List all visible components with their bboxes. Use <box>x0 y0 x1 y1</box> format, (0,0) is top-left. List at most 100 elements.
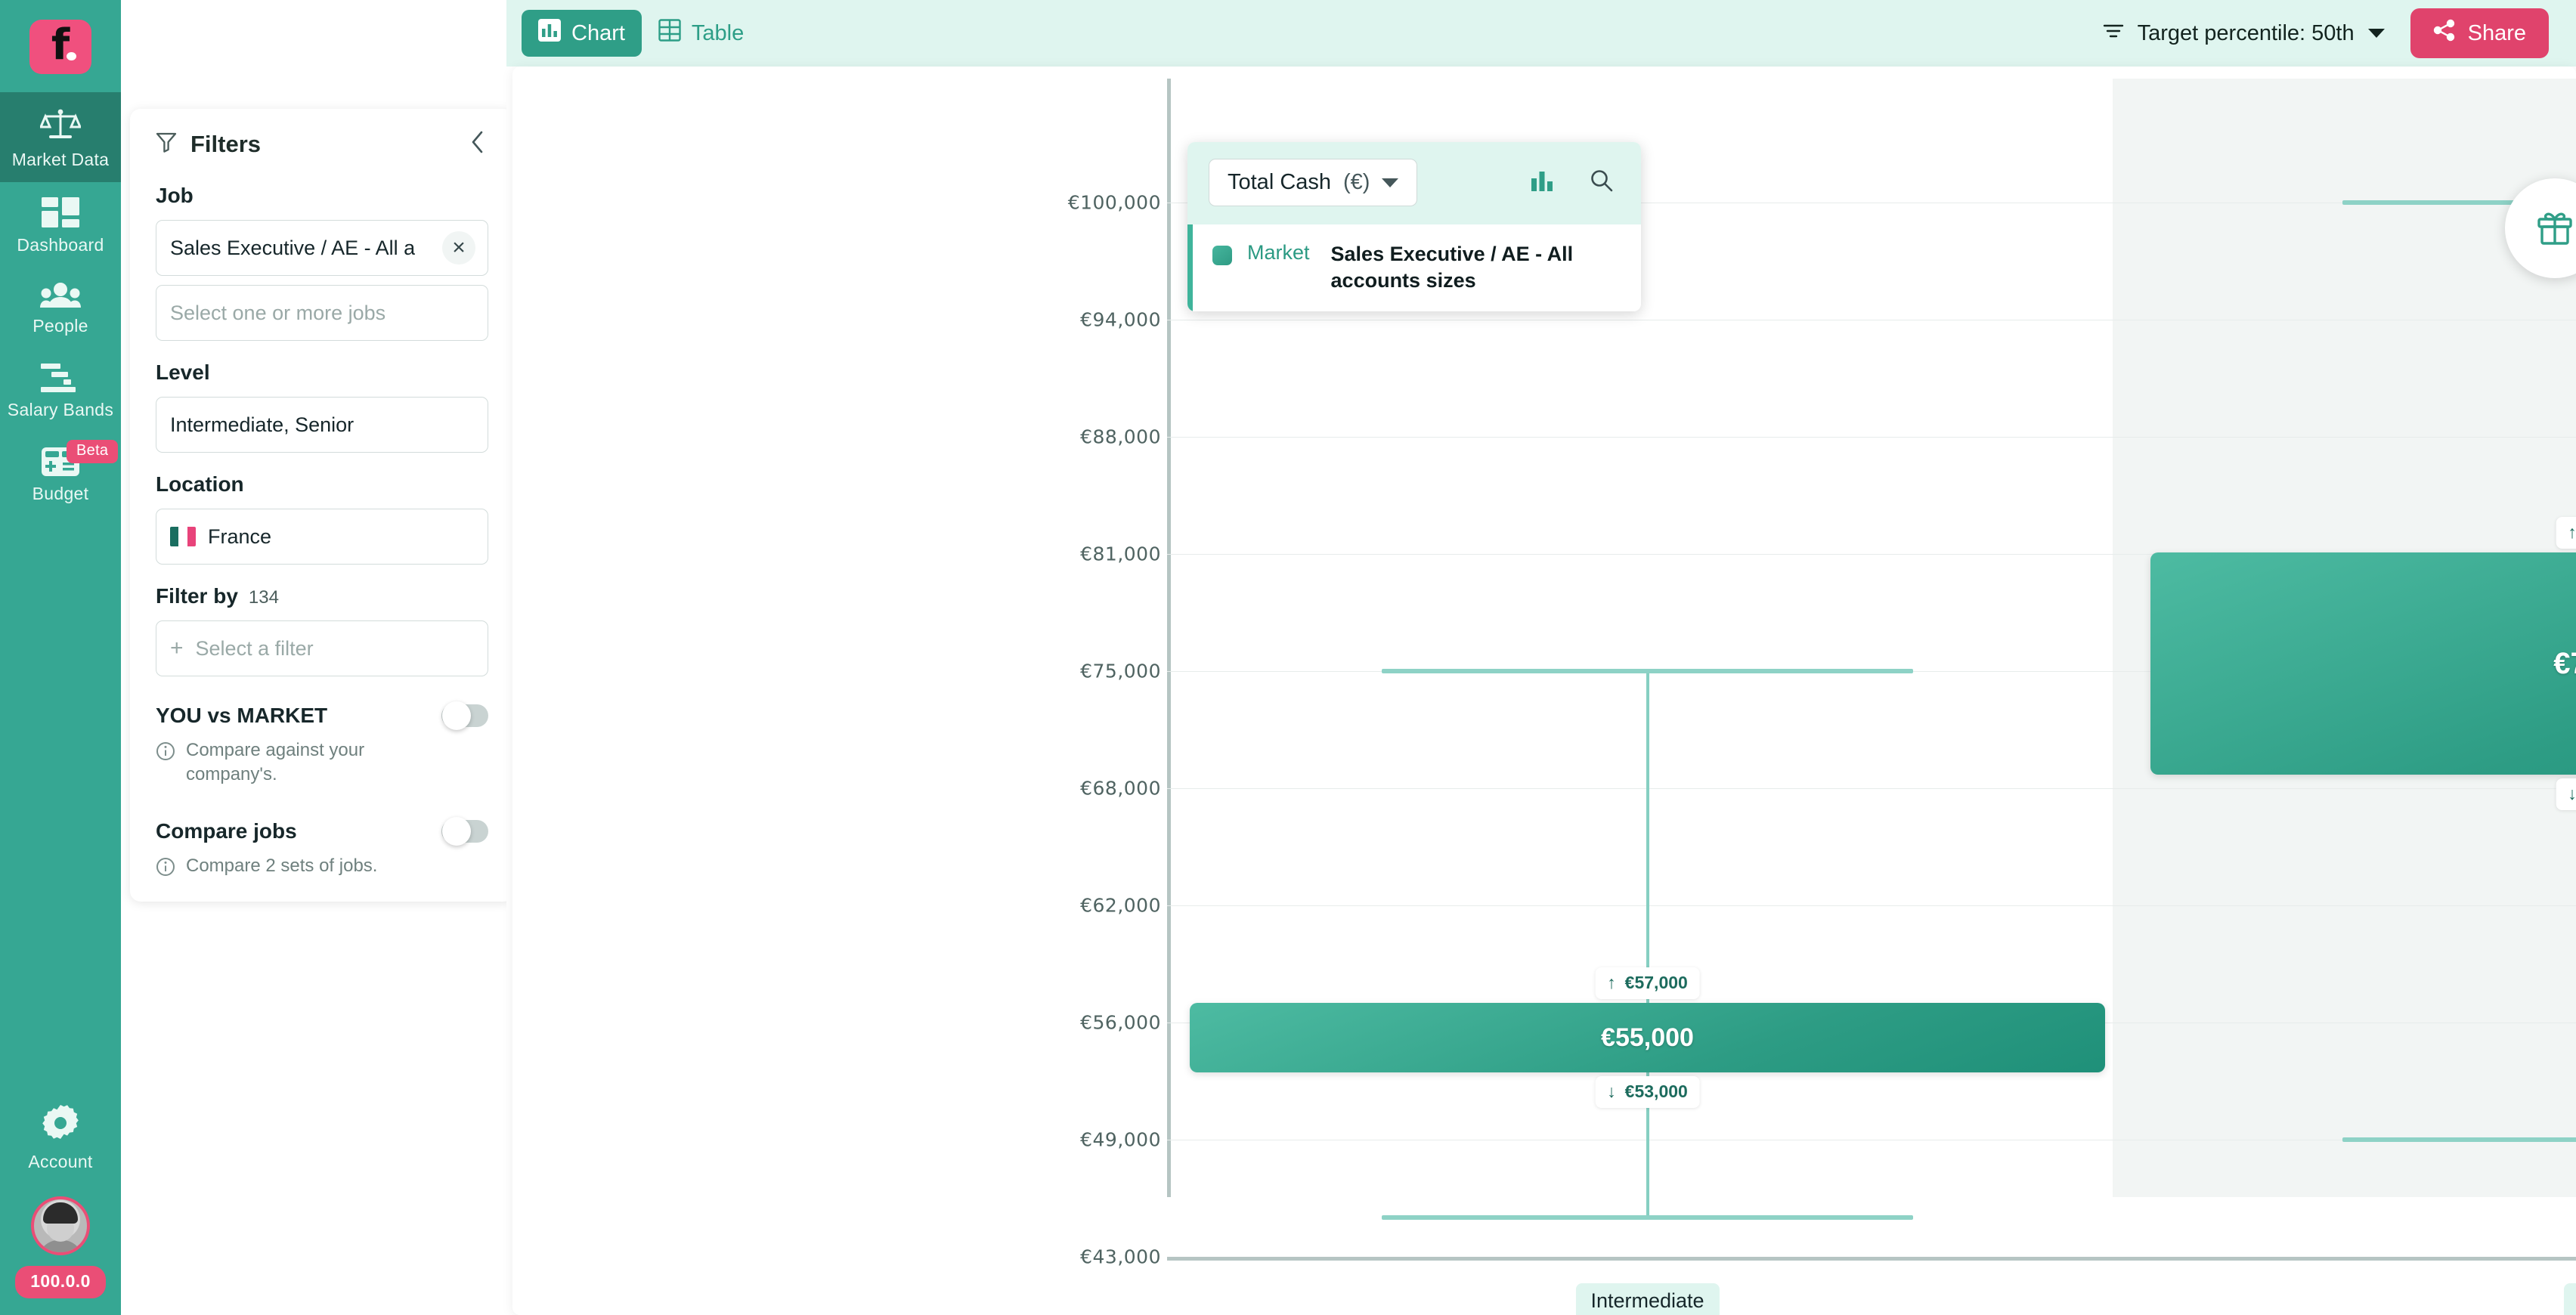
plus-icon: + <box>170 636 184 661</box>
sidebar-item-label: Salary Bands <box>7 400 114 419</box>
share-icon <box>2433 19 2456 48</box>
level-filter-group: Level Intermediate, Senior <box>130 341 514 453</box>
compare-jobs-toggle[interactable] <box>441 817 488 846</box>
bar-intermediate[interactable]: €55,000 <box>1190 1003 2105 1073</box>
y-axis-line <box>1167 79 1171 1197</box>
you-vs-market-toggle[interactable] <box>441 701 488 730</box>
y-axis-tick: €94,000 <box>1080 308 1161 331</box>
x-axis-line <box>1167 1257 2576 1261</box>
logo-dot <box>67 52 76 60</box>
job-selected-value: Sales Executive / AE - All a <box>170 236 416 259</box>
chevron-down-icon <box>1382 178 1399 187</box>
avatar-hair <box>43 1202 78 1224</box>
toggle-knob <box>442 817 471 846</box>
upper-percentile-label: ↑ €57,000 <box>1595 967 1700 1000</box>
toggle-knob <box>442 701 471 730</box>
series-name: Market <box>1247 241 1310 264</box>
search-icon[interactable] <box>1590 169 1614 196</box>
y-axis-tick: €43,000 <box>1080 1245 1161 1268</box>
top-toolbar: Chart Table Target percentile: 50th Shar… <box>506 0 2576 67</box>
sidebar-item-market-data[interactable]: Market Data <box>0 92 121 182</box>
sidebar-item-label: Dashboard <box>17 235 104 255</box>
select-a-filter-input[interactable]: + Select a filter <box>156 620 488 676</box>
tab-chart-label: Chart <box>571 20 625 45</box>
sidebar-item-label: Market Data <box>11 150 110 169</box>
whisker-cap-bottom <box>1382 1215 1913 1221</box>
select-a-filter-placeholder: Select a filter <box>195 636 314 660</box>
upper-percentile-label: ↑€81,100 <box>2556 516 2576 549</box>
sidebar-item-label: People <box>33 316 88 336</box>
tab-table[interactable]: Table <box>642 10 760 57</box>
share-button[interactable]: Share <box>2410 8 2549 58</box>
whisker-cap-top <box>1382 669 1913 673</box>
level-value: Intermediate, Senior <box>170 413 355 436</box>
job-selected-chip[interactable]: Sales Executive / AE - All a × <box>156 220 488 276</box>
chart-area: €100,000 €94,000 €88,000 €81,000 €75,000 €68,… <box>506 67 2576 1315</box>
salary-bands-icon <box>41 364 80 392</box>
job-input[interactable]: Select one or more jobs <box>156 285 488 341</box>
level-label: Level <box>156 360 210 384</box>
sidebar-item-dashboard[interactable]: Dashboard <box>0 182 121 268</box>
location-filter-group: Location France <box>130 453 514 565</box>
app-root: f Market Data Dashboard People Salary Ba… <box>0 0 2576 1315</box>
arrow-up-icon: ↑ <box>2568 521 2576 542</box>
bar-senior[interactable]: €75,000 <box>2150 552 2576 775</box>
y-axis-tick: €81,000 <box>1080 543 1161 565</box>
compare-jobs-label: Compare jobs <box>156 819 297 843</box>
lower-percentile-label: ↓ €53,000 <box>1595 1076 1700 1109</box>
location-value: France <box>208 524 272 548</box>
y-axis-tick-labels: €100,000 €94,000 €88,000 €81,000 €75,000 €68,… <box>1057 79 1163 1268</box>
metric-legend-panel: Total Cash (€) Market Sales Executive / … <box>1187 142 1641 312</box>
sidebar-item-label: Budget <box>32 484 89 503</box>
filter-by-count: 134 <box>248 587 279 608</box>
close-icon[interactable]: × <box>442 231 475 265</box>
legend-series-row[interactable]: Market Sales Executive / AE - All accoun… <box>1187 224 1641 312</box>
target-percentile-dropdown[interactable]: Target percentile: 50th <box>2103 21 2385 46</box>
chart-card: €100,000 €94,000 €88,000 €81,000 €75,000 €68,… <box>512 67 2576 1315</box>
people-icon <box>40 283 81 308</box>
filters-panel: Filters Job Sales Executive / AE - All a… <box>130 109 514 902</box>
filter-by-label: Filter by 134 <box>156 584 488 608</box>
sidebar-item-account[interactable]: Account <box>0 1090 121 1184</box>
sidebar-item-people[interactable]: People <box>0 268 121 348</box>
job-input-placeholder: Select one or more jobs <box>170 301 386 324</box>
beta-badge: Beta <box>67 440 119 463</box>
gridline <box>1167 788 2576 789</box>
avatar-body <box>39 1240 82 1252</box>
collapse-panel-icon[interactable] <box>469 128 488 159</box>
x-axis-label-senior: Senior <box>2563 1283 2576 1315</box>
info-icon <box>156 857 175 883</box>
toolbar-right: Target percentile: 50th Share <box>2103 8 2549 58</box>
whisker-line <box>1646 671 1649 1218</box>
metric-name: Total Cash <box>1228 170 1332 194</box>
you-vs-market-hint-row: Compare against your company's. <box>130 728 514 786</box>
series-job-name: Sales Executive / AE - All accounts size… <box>1330 243 1574 292</box>
y-axis-tick: €62,000 <box>1080 894 1161 917</box>
gear-icon <box>41 1105 80 1144</box>
left-nav: f Market Data Dashboard People Salary Ba… <box>0 0 121 1315</box>
y-axis-tick: €100,000 <box>1067 191 1161 214</box>
location-label: Location <box>156 472 244 496</box>
avatar[interactable] <box>31 1196 90 1255</box>
sidebar-item-budget[interactable]: Beta Budget <box>0 432 121 516</box>
series-color-swatch <box>1212 246 1232 265</box>
you-vs-market-row: YOU vs MARKET <box>130 701 514 730</box>
version-badge: 100.0.0 <box>15 1266 106 1298</box>
upper-value: €57,000 <box>1624 973 1688 993</box>
bar-chart-icon[interactable] <box>1531 169 1556 196</box>
dashboard-icon <box>42 197 79 227</box>
location-input[interactable]: France <box>156 509 488 565</box>
whisker-cap-bottom <box>2342 1137 2576 1142</box>
level-input[interactable]: Intermediate, Senior <box>156 397 488 453</box>
metric-select[interactable]: Total Cash (€) <box>1209 159 1418 206</box>
x-axis-label-intermediate: Intermediate <box>1575 1283 1720 1315</box>
tab-chart[interactable]: Chart <box>522 10 642 57</box>
lower-percentile-label: ↓€68,800 <box>2556 778 2576 811</box>
arrow-down-icon: ↓ <box>1607 1081 1616 1102</box>
filter-by-group: Filter by 134 + Select a filter <box>130 565 514 676</box>
france-flag-icon <box>170 527 196 546</box>
sidebar-item-salary-bands[interactable]: Salary Bands <box>0 348 121 432</box>
job-label: Job <box>156 184 194 207</box>
app-logo[interactable]: f <box>29 20 91 74</box>
legend-toolbar: Total Cash (€) <box>1187 142 1641 224</box>
